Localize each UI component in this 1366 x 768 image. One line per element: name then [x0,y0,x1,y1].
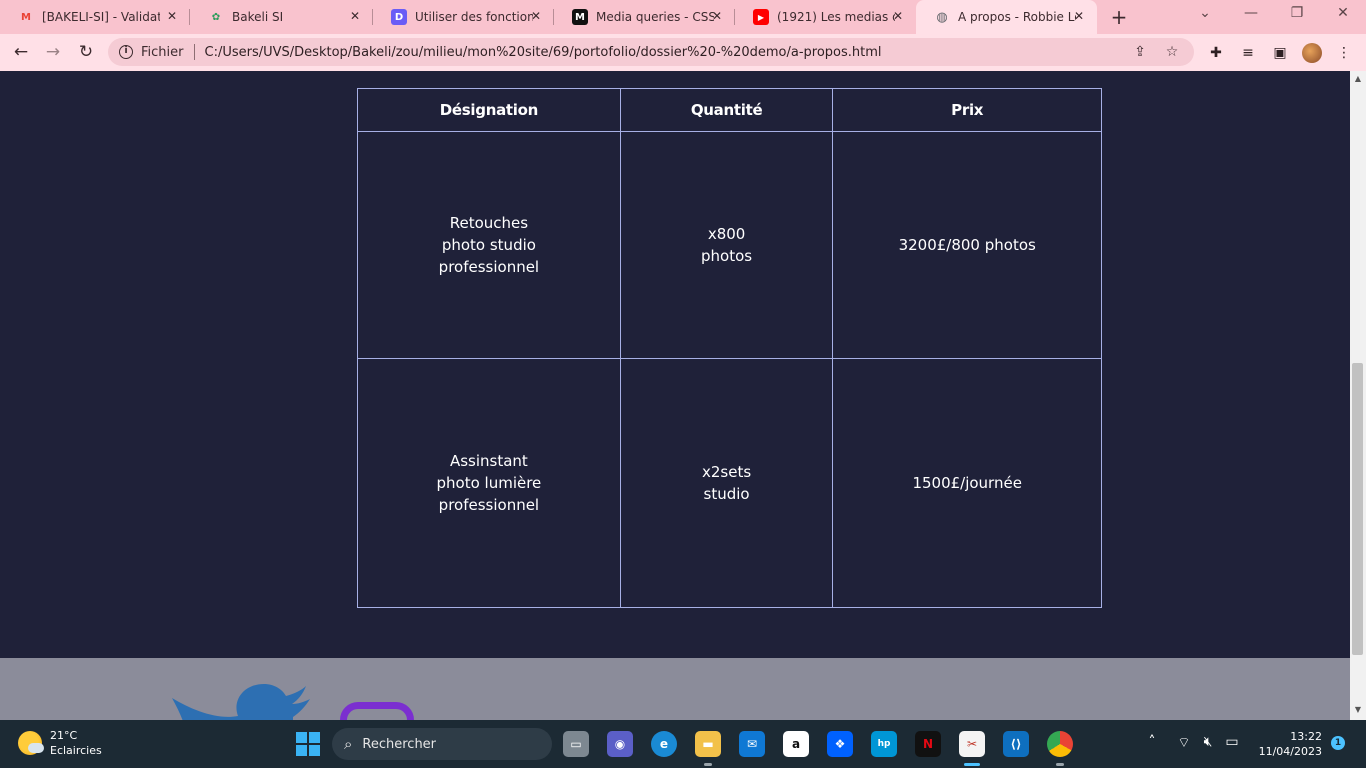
url-text[interactable]: C:/Users/UVS/Desktop/Bakeli/zou/milieu/m… [205,45,1131,60]
tab-bakeli[interactable]: ✿ Bakeli SI ✕ [190,0,373,34]
bakeli-icon: ✿ [211,11,221,23]
bookmark-star-icon[interactable]: ☆ [1162,44,1182,60]
tab-strip: M [BAKELI-SI] - Validation ✕ ✿ Bakeli SI… [0,0,1366,34]
dropbox-icon[interactable]: ❖ [827,731,853,757]
tab-title: (1921) Les medias que [777,10,895,24]
file-explorer-icon[interactable]: ▬ [695,731,721,766]
myhp-icon[interactable]: hp [871,731,897,757]
minimize-button[interactable]: — [1240,5,1262,21]
header-designation: Désignation [357,88,621,132]
scrollbar-thumb[interactable] [1352,363,1363,655]
weather-icon [18,731,44,755]
media-control-icon[interactable]: ≡ [1238,43,1258,63]
scroll-down-icon[interactable]: ▼ [1353,705,1363,714]
taskbar-search[interactable]: ⌕ Rechercher [332,728,552,760]
gmail-icon: M [21,11,31,23]
scroll-up-icon[interactable]: ▲ [1353,74,1363,83]
restore-button[interactable]: ❐ [1286,5,1308,21]
header-quantite: Quantité [619,88,834,132]
reload-button[interactable]: ↻ [75,41,97,63]
tab-search-icon[interactable]: ⌄ [1194,5,1216,21]
vscode-icon[interactable]: ⟨⟩ [1003,731,1029,757]
weather-widget[interactable]: 21°C Eclaircies [18,728,102,758]
table-header-row: Désignation Quantité Prix [357,88,1102,132]
search-icon: ⌕ [344,735,353,753]
mail-icon[interactable]: ✉ [739,731,765,757]
extensions-icon[interactable]: ✚ [1206,43,1226,63]
menu-icon[interactable]: ⋮ [1334,43,1354,63]
cell-quantite: x800 photos [619,131,834,359]
instagram-icon[interactable] [340,702,414,720]
close-window-button[interactable]: ✕ [1332,5,1354,21]
search-placeholder: Rechercher [362,736,437,752]
globe-icon: ◍ [936,9,948,25]
close-icon[interactable]: ✕ [347,9,363,23]
close-icon[interactable]: ✕ [528,9,544,23]
windows-taskbar: 21°C Eclaircies ⌕ Rechercher ▭ ◉ e ▬ ✉ a… [0,720,1366,768]
close-icon[interactable]: ✕ [164,9,180,23]
forward-button[interactable]: → [42,41,64,63]
page-footer [0,658,1350,720]
back-button[interactable]: ← [10,41,32,63]
wifi-icon[interactable]: ⌔ [1174,734,1194,752]
address-bar[interactable]: i Fichier C:/Users/UVS/Desktop/Bakeli/zo… [108,38,1194,66]
url-scheme: Fichier [141,44,184,60]
task-view-icon[interactable]: ▭ [563,731,589,757]
tab-youtube[interactable]: ▶ (1921) Les medias que ✕ [735,0,916,34]
vertical-scrollbar[interactable]: ▲ ▼ [1350,71,1366,720]
tab-title: Bakeli SI [232,10,284,24]
docs-icon: D [391,9,407,25]
info-icon[interactable]: i [119,45,133,59]
tab-mdn[interactable]: M Media queries - CSS : ✕ [554,0,735,34]
weather-condition: Eclaircies [50,744,102,757]
mdn-icon: M [572,9,588,25]
tab-title: Media queries - CSS : [596,10,714,24]
temperature: 21°C [50,729,78,742]
netflix-icon[interactable]: N [915,731,941,757]
cell-quantite: x2sets studio [619,358,834,608]
system-clock[interactable]: 13:22 11/04/2023 [1252,729,1322,759]
page-content: Désignation Quantité Prix Retouches phot… [0,71,1350,720]
side-panel-icon[interactable]: ▣ [1270,43,1290,63]
tab-title: Utiliser des fonctionnal [415,10,533,24]
cell-prix: 3200£/800 photos [832,131,1102,359]
chrome-icon[interactable] [1047,731,1073,766]
close-icon[interactable]: ✕ [1071,9,1087,23]
twitter-icon[interactable] [172,680,312,720]
cell-designation: Retouches photo studio professionnel [357,131,621,359]
amazon-icon[interactable]: a [783,731,809,757]
close-icon[interactable]: ✕ [890,9,906,23]
table-row: Assinstant photo lumière professionnel x… [357,358,1102,608]
browser-toolbar: ← → ↻ i Fichier C:/Users/UVS/Desktop/Bak… [0,34,1366,71]
volume-muted-icon[interactable]: 🔇︎ [1198,734,1218,750]
tab-a-propos[interactable]: ◍ A propos - Robbie Lens ✕ [916,0,1097,34]
clock-time: 13:22 [1290,730,1322,743]
windows-start-icon[interactable] [296,732,320,756]
snipping-tool-icon[interactable]: ✂ [959,731,985,766]
cell-prix: 1500£/journée [832,358,1102,608]
clock-date: 11/04/2023 [1258,745,1322,758]
teams-chat-icon[interactable]: ◉ [607,731,633,757]
notification-badge[interactable]: 1 [1331,736,1345,750]
header-prix: Prix [832,88,1102,132]
tab-title: [BAKELI-SI] - Validation [42,10,160,24]
new-tab-button[interactable]: + [1108,5,1130,29]
tab-title: A propos - Robbie Lens [958,10,1076,24]
battery-icon[interactable]: ▭ [1222,734,1242,750]
price-table: Désignation Quantité Prix Retouches phot… [357,88,1102,608]
profile-avatar[interactable] [1302,43,1322,63]
close-icon[interactable]: ✕ [709,9,725,23]
chevron-up-icon[interactable]: ˄ [1142,734,1162,750]
share-icon[interactable]: ⇪ [1130,44,1150,60]
edge-icon[interactable]: e [651,731,677,757]
youtube-icon: ▶ [753,9,769,25]
table-row: Retouches photo studio professionnel x80… [357,131,1102,359]
tab-gmail[interactable]: M [BAKELI-SI] - Validation ✕ [0,0,190,34]
tab-docs[interactable]: D Utiliser des fonctionnal ✕ [373,0,554,34]
cell-designation: Assinstant photo lumière professionnel [357,358,621,608]
